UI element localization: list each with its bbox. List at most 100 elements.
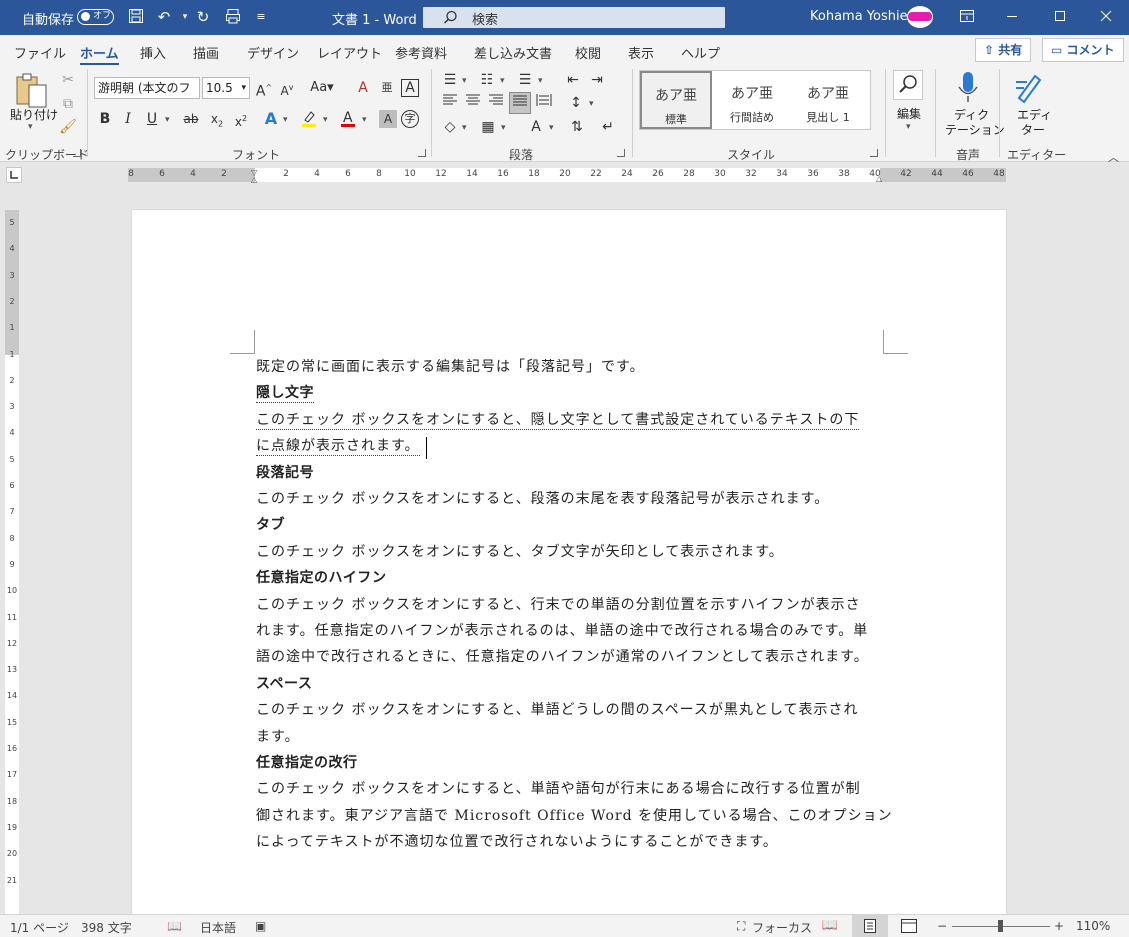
superscript-icon[interactable]: x2 [230,108,252,130]
paragraph-heading[interactable]: 任意指定のハイフン [256,567,387,587]
customize-qat-icon[interactable]: ≡ [252,8,270,26]
find-icon[interactable] [893,70,923,100]
justify-icon[interactable] [509,92,531,114]
asian-layout-dropdown-icon[interactable]: ▾ [549,123,554,133]
dictate-label-2[interactable]: テーション [945,121,1005,138]
subscript-icon[interactable]: x2 [206,108,228,130]
share-button[interactable]: ⇧ 共有 [975,38,1032,62]
paragraph-launcher-icon[interactable] [617,149,625,157]
undo-dropdown-icon[interactable]: ▾ [176,8,194,26]
italic-icon[interactable]: I [117,108,139,130]
style-normal[interactable]: あア亜 標準 [640,71,712,129]
word-count[interactable]: 398 文字 [81,919,132,936]
paragraph-line[interactable]: によってテキストが不適切な位置で改行されないようにすることができます。 [256,831,778,851]
tab-insert[interactable]: 挿入 [140,43,166,62]
save-icon[interactable] [127,8,145,26]
tab-references[interactable]: 参考資料 [395,43,447,62]
paragraph-heading[interactable]: スペース [256,673,312,693]
line-spacing-dropdown-icon[interactable]: ▾ [589,99,594,109]
highlight-icon[interactable] [298,108,320,130]
copy-icon[interactable]: ⧉ [57,93,79,115]
autosave-toggle[interactable]: オフ [77,9,114,25]
paragraph-line[interactable]: に点線が表示されます。 [256,435,420,456]
distributed-icon[interactable] [533,92,555,114]
style-no-spacing[interactable]: あア亜 行間詰め [716,71,788,129]
focus-label[interactable]: フォーカス [752,919,812,936]
horizontal-ruler[interactable]: 8 6 4 2 2 4 6 8 10 12 14 16 18 20 22 24 26 28 30 32 34 36 38 40… [128,168,1006,184]
font-color-icon[interactable]: A [337,108,359,130]
borders-dropdown-icon[interactable]: ▾ [501,123,506,133]
tab-review[interactable]: 校閲 [575,43,601,62]
character-border-icon[interactable]: A [401,79,419,97]
font-color-dropdown-icon[interactable]: ▾ [362,115,367,125]
style-heading-1[interactable]: あア亜 見出し 1 [792,71,864,129]
document-page[interactable]: 既定の常に画面に表示する編集記号は「段落記号」です。 隠し文字このチェック ボック… [132,210,1006,920]
redo-icon[interactable]: ↻ [194,8,212,26]
user-name[interactable]: Kohama Yoshie [810,9,908,24]
paragraph-line[interactable]: このチェック ボックスをオンにすると、単語どうしの間のスペースが黒丸として表示さ… [256,699,859,719]
web-layout-icon[interactable] [901,919,917,933]
editor-icon[interactable] [1013,70,1045,104]
line-spacing-icon[interactable]: ↕ [565,92,587,114]
paste-icon[interactable] [14,72,50,110]
paragraph-heading[interactable]: 任意指定の改行 [256,752,358,772]
paragraph-line[interactable]: ます。 [256,726,300,746]
paragraph-line[interactable]: 御されます。東アジア言語で Microsoft Office Word を使用し… [256,805,893,825]
paragraph-heading[interactable]: タブ [256,514,285,534]
bold-icon[interactable]: B [94,108,116,130]
paragraph-line[interactable]: 既定の常に画面に表示する編集記号は「段落記号」です。 [256,356,645,376]
change-case-icon[interactable]: Aa▾ [307,77,337,99]
minimize-icon[interactable] [1003,8,1021,26]
zoom-slider-thumb[interactable] [998,920,1003,932]
shading-dropdown-icon[interactable]: ▾ [462,123,467,133]
format-painter-icon[interactable]: 🖌 [57,116,79,138]
clear-formatting-icon[interactable]: A [352,77,374,99]
bullets-dropdown-icon[interactable]: ▾ [462,76,467,86]
underline-dropdown-icon[interactable]: ▾ [165,115,170,125]
tab-help[interactable]: ヘルプ [681,43,720,62]
styles-launcher-icon[interactable] [870,149,878,157]
undo-icon[interactable]: ↶ [155,8,173,26]
underline-icon[interactable]: U [141,108,163,130]
asian-layout-icon[interactable]: A [525,116,547,138]
font-size-combo[interactable]: 10.5 ▾ [202,77,250,99]
focus-icon[interactable]: ⛶ [737,919,745,934]
paragraph-line[interactable]: れます。任意指定のハイフンが表示されるのは、単語の途中で改行される場合のみです。… [256,620,868,640]
vertical-ruler[interactable]: 5 4 3 2 1 1 2 3 4 5 6 7 8 9 10 11 12 13 14 15 16 17 18 19 20 21 [5,210,19,915]
tab-selector[interactable] [6,167,22,183]
increase-indent-icon[interactable]: ⇥ [586,69,608,91]
cut-icon[interactable]: ✂ [57,69,79,91]
paragraph-line[interactable]: 語の途中で改行されるときに、任意指定のハイフンが通常のハイフンとして表示されます… [256,646,869,666]
tab-draw[interactable]: 描画 [193,43,219,62]
print-layout-icon[interactable] [852,915,888,937]
ribbon-display-options-icon[interactable] [958,8,976,26]
paragraph-heading[interactable]: 隠し文字 [256,382,314,403]
avatar[interactable] [907,6,933,28]
show-hide-marks-icon[interactable]: ↵ [597,116,619,138]
hanging-indent-marker[interactable]: △ [251,175,257,184]
paragraph-line[interactable]: このチェック ボックスをオンにすると、単語や語句が行末にある場合に改行する位置が… [256,778,861,798]
paragraph-heading[interactable]: 段落記号 [256,462,314,482]
grow-font-icon[interactable]: A^ [253,77,275,100]
align-left-icon[interactable] [439,92,461,114]
text-effects-dropdown-icon[interactable]: ▾ [283,115,288,125]
print-preview-icon[interactable] [224,8,242,26]
font-launcher-icon[interactable] [418,149,426,157]
align-right-icon[interactable] [485,92,507,114]
bullets-icon[interactable]: ☰ [439,69,461,91]
read-mode-icon[interactable]: 📖 [820,918,840,935]
enclose-characters-icon[interactable]: 字 [401,110,419,128]
paste-dropdown-icon[interactable]: ▾ [28,122,33,132]
paragraph-line[interactable]: このチェック ボックスをオンにすると、タブ文字が矢印として表示されます。 [256,541,784,561]
proofing-icon[interactable]: 📖 [167,919,182,933]
maximize-icon[interactable] [1051,8,1069,26]
align-center-icon[interactable] [462,92,484,114]
tab-design[interactable]: デザイン [247,43,299,62]
sort-icon[interactable]: ⇅ [566,116,588,138]
decrease-indent-icon[interactable]: ⇤ [562,69,584,91]
zoom-in-button[interactable]: + [1054,919,1064,933]
font-name-combo[interactable]: 游明朝 (本文のフ [94,77,200,99]
paste-label[interactable]: 貼り付け [10,106,58,123]
multilevel-list-icon[interactable]: ☰ [514,69,536,91]
zoom-level[interactable]: 110% [1076,919,1110,933]
